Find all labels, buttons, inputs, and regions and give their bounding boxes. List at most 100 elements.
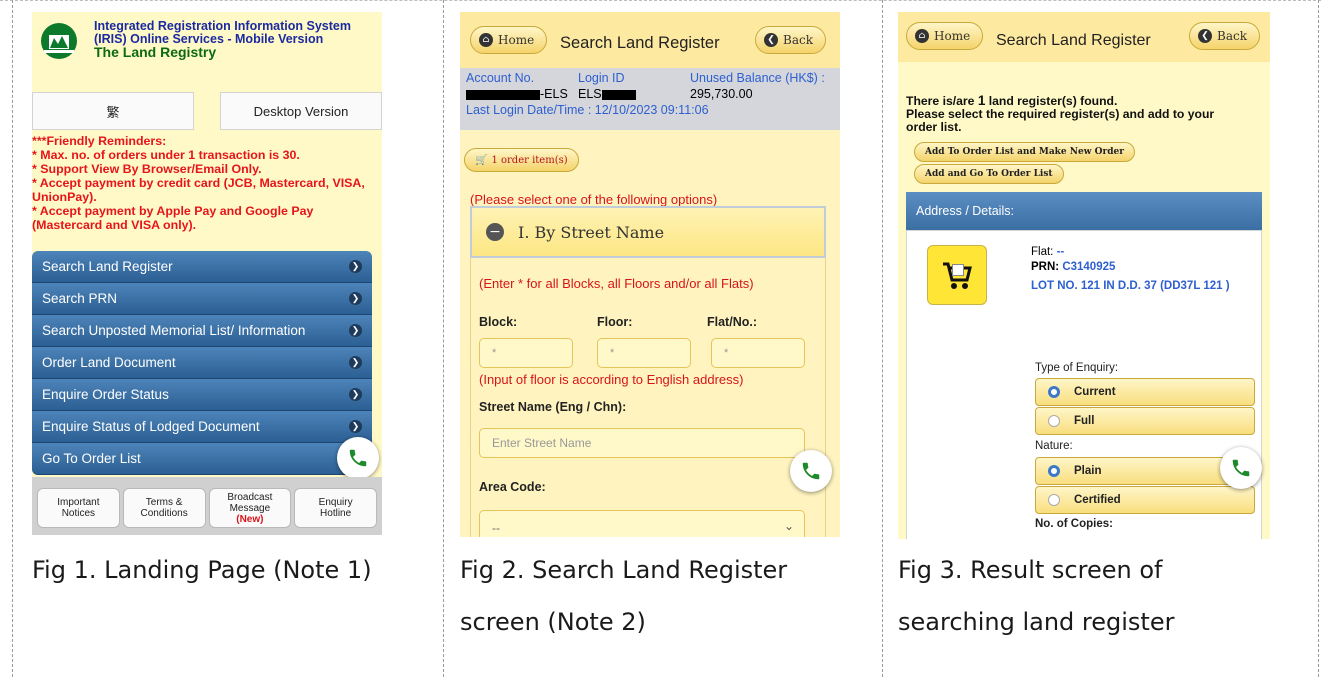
result-summary: There is/are 1 land register(s) found. P… <box>906 94 1214 134</box>
reminder-line: * Max. no. of orders under 1 transaction… <box>32 148 300 162</box>
block-input[interactable]: * <box>479 338 573 368</box>
home-button[interactable]: ⌂ Home <box>906 22 984 50</box>
found-text: land register(s) found. <box>985 94 1118 108</box>
add-and-new-order-button[interactable]: Add To Order List and Make New Order <box>914 142 1135 162</box>
order-items-button[interactable]: 🛒 1 order item(s) <box>464 148 579 172</box>
broadcast-message-button[interactable]: Broadcast Message (New) <box>208 488 292 528</box>
caption-fig-3-line-1: Fig 3. Result screen of <box>898 556 1163 584</box>
figure-page: Integrated Registration Information Syst… <box>0 0 1321 677</box>
menu-item-go-to-order-list[interactable]: Go To Order List <box>32 443 372 475</box>
home-label: Home <box>934 29 971 43</box>
by-street-name-section[interactable]: − I. By Street Name <box>470 206 826 258</box>
add-and-go-to-order-list-button[interactable]: Add and Go To Order List <box>914 164 1064 184</box>
menu-item-search-prn[interactable]: Search PRN ❯ <box>32 283 372 315</box>
page-title: Search Land Register <box>996 32 1151 49</box>
reminder-line: ***Friendly Reminders: <box>32 134 167 148</box>
flat-input[interactable]: * <box>711 338 805 368</box>
menu-item-label: Search PRN <box>42 291 118 306</box>
login-prefix: ELS <box>578 87 602 101</box>
menu-item-order-land-document[interactable]: Order Land Document ❯ <box>32 347 372 379</box>
login-id-value: ELS <box>578 86 690 102</box>
flat-label: Flat/No.: <box>707 315 757 329</box>
landing-page-screenshot: Integrated Registration Information Syst… <box>32 12 382 535</box>
new-badge: (New) <box>236 513 264 525</box>
top-nav-bar: ⌂ Home Search Land Register ❮ Back <box>898 12 1270 62</box>
section-title: I. By Street Name <box>518 222 665 242</box>
back-arrow-icon: ❮ <box>1198 29 1213 43</box>
menu-item-unposted-memorial[interactable]: Search Unposted Memorial List/ Informati… <box>32 315 372 347</box>
reminder-line: * Support View By Browser/Email Only. <box>32 162 262 176</box>
type-of-enquiry-label: Type of Enquiry: <box>1035 362 1119 374</box>
top-nav-bar: ⌂ Home Search Land Register ❮ Back <box>460 12 840 68</box>
block-label: Block: <box>479 315 518 329</box>
main-menu: Search Land Register ❯ Search PRN ❯ Search… <box>32 251 372 475</box>
street-name-input[interactable]: Enter Street Name <box>479 428 805 458</box>
important-notices-button[interactable]: Important Notices <box>37 488 120 528</box>
call-hotline-button[interactable] <box>337 437 379 479</box>
caption-fig-2-line-1: Fig 2. Search Land Register <box>460 556 788 584</box>
menu-item-search-land-register[interactable]: Search Land Register ❯ <box>32 251 372 283</box>
account-no-value: -ELS <box>466 86 578 102</box>
wildcard-hint: (Enter * for all Blocks, all Floors and/… <box>479 276 754 291</box>
footer-bar: Important Notices Terms & Conditions Broad… <box>32 477 382 535</box>
enquiry-full-option[interactable]: Full <box>1035 407 1255 435</box>
top-buttons: 繁 Desktop Version <box>32 84 382 130</box>
reminder-line: * Accept payment by credit card (JCB, Ma… <box>32 176 365 190</box>
language-button[interactable]: 繁 <box>32 92 194 130</box>
app-title: Integrated Registration Information Syst… <box>94 20 351 76</box>
caption-fig-1: Fig 1. Landing Page (Note 1) <box>32 556 372 584</box>
select-register-checkbox[interactable] <box>952 264 964 276</box>
register-info: Flat: -- PRN: C3140925 LOT NO. 121 IN D.… <box>1031 245 1230 294</box>
chevron-right-icon: ❯ <box>349 292 362 305</box>
enquiry-current-option[interactable]: Current <box>1035 378 1255 406</box>
home-icon: ⌂ <box>479 33 493 47</box>
chevron-right-icon: ❯ <box>349 388 362 401</box>
enquiry-hotline-button[interactable]: Enquiry Hotline <box>294 488 377 528</box>
menu-item-enquire-order-status[interactable]: Enquire Order Status ❯ <box>32 379 372 411</box>
footer-label: Conditions <box>140 508 188 519</box>
title-line-3: The Land Registry <box>94 44 217 60</box>
street-search-form: (Enter * for all Blocks, all Floors and/… <box>470 258 826 537</box>
select-option-hint: (Please select one of the following opti… <box>470 192 718 207</box>
footer-label: Message <box>229 502 271 514</box>
menu-item-label: Search Land Register <box>42 259 173 274</box>
balance-value: 295,730.00 <box>690 87 753 101</box>
cart-icon: 🛒 <box>475 154 488 166</box>
area-code-select[interactable]: -- ⌄ <box>479 510 805 537</box>
chevron-right-icon: ❯ <box>349 356 362 369</box>
footer-label: Enquiry <box>318 497 353 508</box>
nature-certified-option[interactable]: Certified <box>1035 486 1255 514</box>
nature-label: Nature: <box>1035 440 1073 452</box>
option-label: Certified <box>1074 494 1121 506</box>
floor-input[interactable]: * <box>597 338 691 368</box>
menu-item-label: Search Unposted Memorial List/ Informati… <box>42 323 306 338</box>
balance-label: Unused Balance (HK$) : <box>690 71 825 85</box>
floor-note: (Input of floor is according to English … <box>479 372 744 387</box>
radio-unselected-icon <box>1048 415 1060 427</box>
phone-icon <box>349 449 367 467</box>
top-divider <box>0 0 1321 1</box>
register-result-card: Flat: -- PRN: C3140925 LOT NO. 121 IN D.… <box>906 230 1262 539</box>
call-hotline-button[interactable] <box>1220 447 1262 489</box>
call-hotline-button[interactable] <box>790 450 832 492</box>
phone-icon <box>1232 459 1250 477</box>
back-button[interactable]: ❮ Back <box>1189 22 1260 50</box>
floor-label: Floor: <box>597 315 633 329</box>
cart-tile[interactable] <box>927 245 987 305</box>
land-registry-logo-icon <box>41 23 77 59</box>
reminder-line: * Accept payment by Apple Pay and Google… <box>32 204 314 218</box>
radio-selected-icon <box>1048 465 1060 477</box>
prn-value: C3140925 <box>1062 261 1116 273</box>
radio-unselected-icon <box>1048 494 1060 506</box>
terms-conditions-button[interactable]: Terms & Conditions <box>122 488 206 528</box>
desktop-version-button[interactable]: Desktop Version <box>220 92 382 130</box>
footer-label: Important <box>57 497 100 508</box>
prn-row: PRN: C3140925 <box>1031 260 1230 275</box>
footer-label: Broadcast <box>227 491 273 503</box>
app-header: Integrated Registration Information Syst… <box>32 12 382 76</box>
home-button[interactable]: ⌂ Home <box>470 26 548 54</box>
menu-item-label: Enquire Status of Lodged Document <box>42 419 260 434</box>
menu-item-lodged-document-status[interactable]: Enquire Status of Lodged Document ❯ <box>32 411 372 443</box>
result-line-1: There is/are 1 land register(s) found. <box>906 94 1214 108</box>
back-button[interactable]: ❮ Back <box>755 26 826 54</box>
